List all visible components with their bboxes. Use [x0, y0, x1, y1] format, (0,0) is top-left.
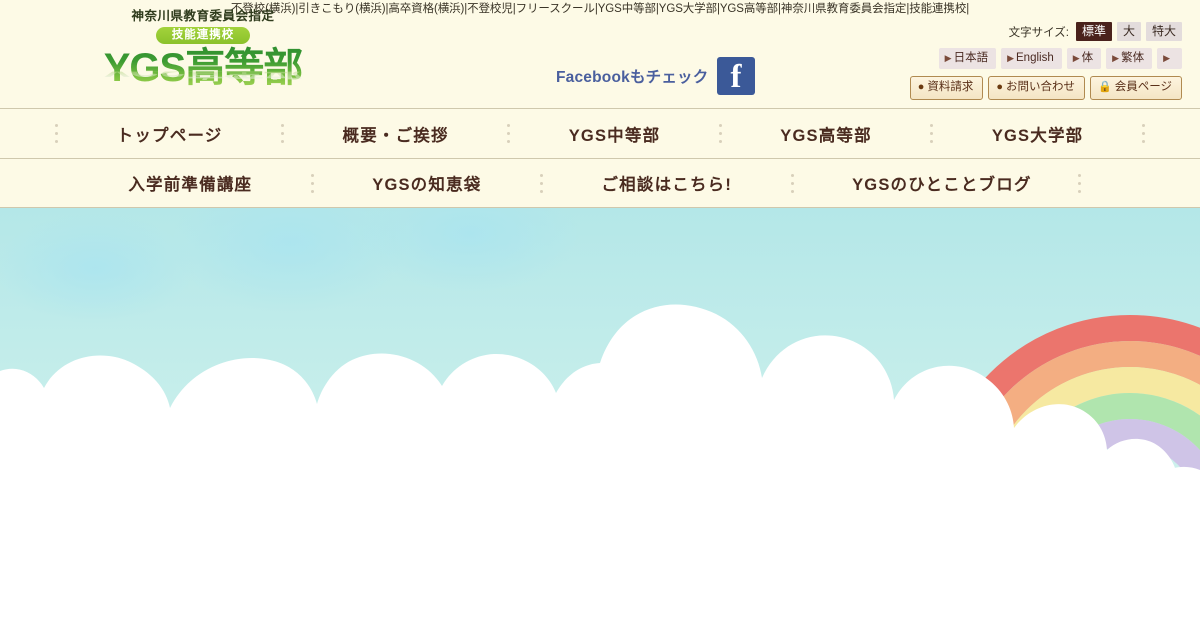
nav-separator: [310, 169, 314, 197]
nav-item-ygs-tips[interactable]: YGSの知恵袋: [362, 171, 491, 195]
triangle-right-icon: ▶: [1163, 53, 1170, 63]
triangle-right-icon: ▶: [1007, 53, 1015, 63]
nav-item-overview-greeting[interactable]: 概要・ご挨拶: [333, 122, 459, 146]
nav-separator: [539, 169, 543, 197]
action-row: ● 資料請求 ● お問い合わせ 🔒 会員ページ: [902, 76, 1182, 100]
language-button-more[interactable]: ▶: [1157, 48, 1182, 69]
utility-panel: 文字サイズ: 標準 大 特大 ▶ 日本語 ▶ English ▶ 体 ▶ 繁体 ▶ ● 資…: [902, 22, 1182, 100]
site-header: 不登校(横浜)|引きこもり(横浜)|高卒資格(横浜)|不登校児|フリースクール|…: [0, 0, 1200, 109]
text-size-label: 文字サイズ:: [1008, 26, 1069, 39]
site-logo[interactable]: 神奈川県教育委員会指定 技能連携校 YGS高等部 YGS高等部: [88, 9, 318, 100]
hero-banner: [0, 208, 1200, 631]
text-size-row: 文字サイズ: 標準 大 特大: [902, 22, 1182, 41]
facebook-link[interactable]: Facebookもチェック: [556, 57, 756, 95]
facebook-icon[interactable]: [717, 57, 756, 95]
action-label: お問い合わせ: [1006, 81, 1076, 93]
nav-item-pre-enrollment-course[interactable]: 入学前準備講座: [118, 171, 262, 195]
logo-wordmark: YGS高等部: [88, 46, 318, 90]
secondary-navigation: 入学前準備講座 YGSの知恵袋 ご相談はこちら! YGSのひとことブログ: [0, 159, 1200, 208]
cloud-band-front: [1049, 466, 1200, 631]
language-label: 繁体: [1121, 52, 1145, 64]
logo-designation-text: 神奈川県教育委員会指定: [131, 9, 275, 23]
page-root: 不登校(横浜)|引きこもり(横浜)|高卒資格(横浜)|不登校児|フリースクール|…: [0, 0, 1200, 632]
nav-separator: [281, 120, 285, 148]
language-button-english[interactable]: ▶ English: [1001, 48, 1062, 69]
language-button-traditional[interactable]: ▶ 繁体: [1106, 48, 1153, 69]
action-label: 会員ページ: [1114, 81, 1172, 93]
language-button-simplified[interactable]: ▶ 体: [1066, 48, 1102, 69]
triangle-right-icon: ▶: [1112, 53, 1120, 63]
language-row: ▶ 日本語 ▶ English ▶ 体 ▶ 繁体 ▶: [902, 48, 1182, 69]
logo-badge: 技能連携校: [155, 27, 251, 44]
nav-item-ygs-blog[interactable]: YGSのひとことブログ: [842, 171, 1042, 195]
nav-item-top-page[interactable]: トップページ: [107, 122, 233, 146]
nav-separator: [930, 120, 934, 148]
triangle-right-icon: ▶: [944, 53, 952, 63]
nav-item-ygs-junior-high[interactable]: YGS中等部: [559, 122, 671, 146]
arrow-circle-icon: ●: [996, 81, 1004, 93]
nav-separator: [790, 169, 794, 197]
language-button-japanese[interactable]: ▶ 日本語: [938, 48, 997, 69]
nav-separator: [1078, 169, 1082, 197]
nav-separator: [507, 120, 511, 148]
cloud-shape-right: [1049, 466, 1200, 631]
arrow-circle-icon: ●: [917, 81, 925, 93]
nav-separator: [55, 120, 59, 148]
nav-separator: [1141, 120, 1145, 148]
nav-separator: [718, 120, 722, 148]
language-label: English: [1016, 52, 1054, 64]
triangle-right-icon: ▶: [1072, 53, 1080, 63]
request-materials-button[interactable]: ● 資料請求: [909, 76, 984, 100]
sky-haze: [0, 213, 195, 323]
logo-wordmark-reflection: YGS高等部: [88, 72, 318, 80]
facebook-label: Facebookもチェック: [556, 69, 709, 86]
nav-item-ygs-high-school[interactable]: YGS高等部: [770, 122, 882, 146]
nav-item-consultation[interactable]: ご相談はこちら!: [591, 171, 742, 195]
text-size-xlarge-button[interactable]: 特大: [1145, 22, 1182, 41]
language-label: 体: [1081, 52, 1094, 64]
text-size-standard-button[interactable]: 標準: [1075, 22, 1112, 41]
action-label: 資料請求: [927, 81, 974, 93]
lock-icon: 🔒: [1098, 81, 1112, 93]
primary-navigation: トップページ 概要・ご挨拶 YGS中等部 YGS高等部 YGS大学部: [0, 109, 1200, 159]
text-size-large-button[interactable]: 大: [1116, 22, 1141, 41]
contact-button[interactable]: ● お問い合わせ: [988, 76, 1086, 100]
language-label: 日本語: [953, 52, 989, 64]
nav-item-ygs-university[interactable]: YGS大学部: [982, 122, 1094, 146]
member-page-button[interactable]: 🔒 会員ページ: [1090, 76, 1182, 100]
hero-illustration: [0, 208, 1200, 631]
